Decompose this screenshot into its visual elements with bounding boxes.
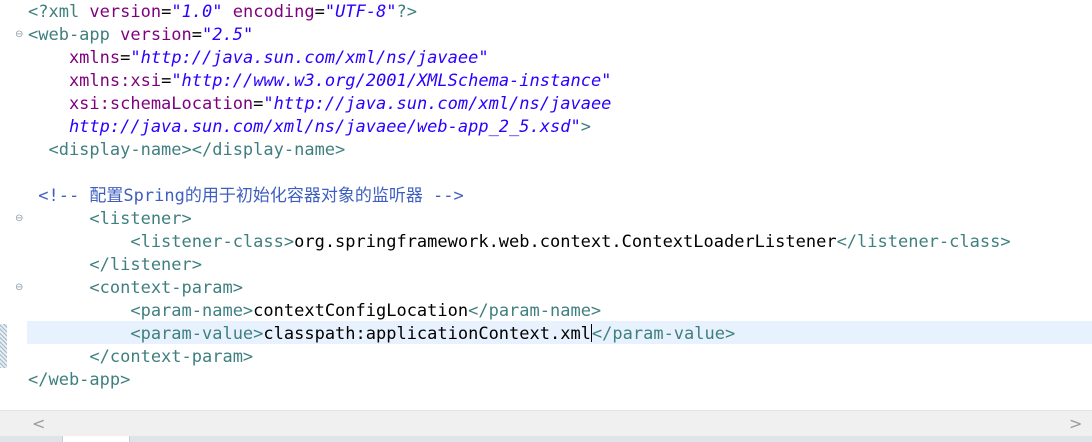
equals: = — [120, 48, 131, 68]
attr-xmlns: xmlns — [28, 48, 121, 68]
tag-context-param-open: <context-param> — [28, 278, 243, 298]
code-line-10: <listener> — [28, 208, 192, 231]
tag-listener-class-open: <listener-class> — [28, 232, 295, 252]
collapse-minus-icon[interactable]: ⊖ — [15, 30, 25, 40]
horizontal-scrollbar[interactable]: < > — [0, 410, 1092, 437]
equals: = — [253, 94, 264, 114]
editor-tab-strip — [0, 436, 1092, 442]
code-line-14: <param-name>contextConfigLocation</param… — [28, 300, 601, 323]
equals: = — [314, 2, 325, 22]
code-line-12: </listener> — [28, 254, 202, 277]
code-line-2: <web-app version="2.5" — [28, 24, 253, 47]
chevron-left-icon[interactable]: < — [32, 414, 45, 433]
change-marker — [0, 324, 7, 368]
xml-declaration-close: ?> — [396, 2, 418, 22]
tag-web-app-open: <web-app — [28, 25, 121, 45]
equals: = — [191, 25, 203, 45]
xml-declaration-open: <?xml — [28, 2, 90, 22]
code-line-13: <context-param> — [28, 277, 243, 300]
code-line-7: <display-name></display-name> — [28, 139, 345, 162]
tag-context-param-close: </context-param> — [28, 347, 254, 367]
tag-close-bracket: > — [580, 117, 591, 137]
tag-web-app-close: </web-app> — [28, 370, 131, 390]
comment-spring-listener: <!-- 配置Spring的用于初始化容器对象的监听器 --> — [28, 186, 464, 206]
attr-version: version — [89, 2, 162, 22]
value-schema-location-cont: http://java.sun.com/xml/ns/javaee/web-ap… — [28, 117, 581, 137]
code-line-1: <?xml version="1.0" encoding="UTF-8"?> — [28, 1, 417, 24]
editor-gutter — [0, 0, 8, 410]
code-line-9: <!-- 配置Spring的用于初始化容器对象的监听器 --> — [28, 185, 464, 208]
code-line-11: <listener-class>org.springframework.web.… — [28, 231, 1011, 254]
value-version: "2.5" — [202, 25, 254, 45]
tag-param-name-open: <param-name> — [28, 301, 254, 321]
code-line-17: </web-app> — [28, 369, 130, 392]
value-schema-location: "http://java.sun.com/xml/ns/javaee — [263, 94, 612, 114]
code-line-16: </context-param> — [28, 346, 253, 369]
chevron-right-icon[interactable]: > — [1069, 414, 1082, 433]
attr-encoding: encoding — [222, 2, 315, 22]
equals: = — [161, 2, 172, 22]
editor-tab[interactable] — [62, 436, 130, 442]
param-value-value: classpath:applicationContext.xml — [263, 324, 591, 344]
code-line-6: http://java.sun.com/xml/ns/javaee/web-ap… — [28, 116, 591, 139]
param-name-value: contextConfigLocation — [253, 301, 469, 321]
tag-param-value-close: </param-value> — [591, 324, 736, 344]
collapse-minus-icon[interactable]: ⊖ — [15, 283, 25, 293]
tag-param-value-open: <param-value> — [28, 324, 264, 344]
collapse-minus-icon[interactable]: ⊖ — [15, 214, 25, 224]
value-version: "1.0" — [171, 2, 223, 22]
code-line-3: xmlns="http://java.sun.com/xml/ns/javaee… — [28, 47, 489, 70]
code-line-5: xsi:schemaLocation="http://java.sun.com/… — [28, 93, 611, 116]
attr-xmlns-xsi: xmlns:xsi — [28, 71, 162, 91]
tag-display-name: <display-name></display-name> — [28, 140, 346, 160]
code-line-15: <param-value>classpath:applicationContex… — [28, 323, 735, 346]
code-line-4: xmlns:xsi="http://www.w3.org/2001/XMLSch… — [28, 70, 611, 93]
tag-param-name-close: </param-name> — [468, 301, 602, 321]
listener-class-value: org.springframework.web.context.ContextL… — [294, 232, 837, 252]
attr-version: version — [120, 25, 192, 45]
attr-schema-location: xsi:schemaLocation — [28, 94, 254, 114]
tag-listener-close: </listener> — [28, 255, 202, 275]
tag-listener-open: <listener> — [28, 209, 192, 229]
value-xmlns: "http://java.sun.com/xml/ns/javaee" — [130, 48, 489, 68]
value-xmlns-xsi: "http://www.w3.org/2001/XMLSchema-instan… — [171, 71, 612, 91]
tag-listener-class-close: </listener-class> — [836, 232, 1011, 252]
xml-editor[interactable]: <?xml version="1.0" encoding="UTF-8"?> <… — [8, 0, 1092, 410]
equals: = — [161, 71, 172, 91]
value-encoding: "UTF-8" — [324, 2, 397, 22]
